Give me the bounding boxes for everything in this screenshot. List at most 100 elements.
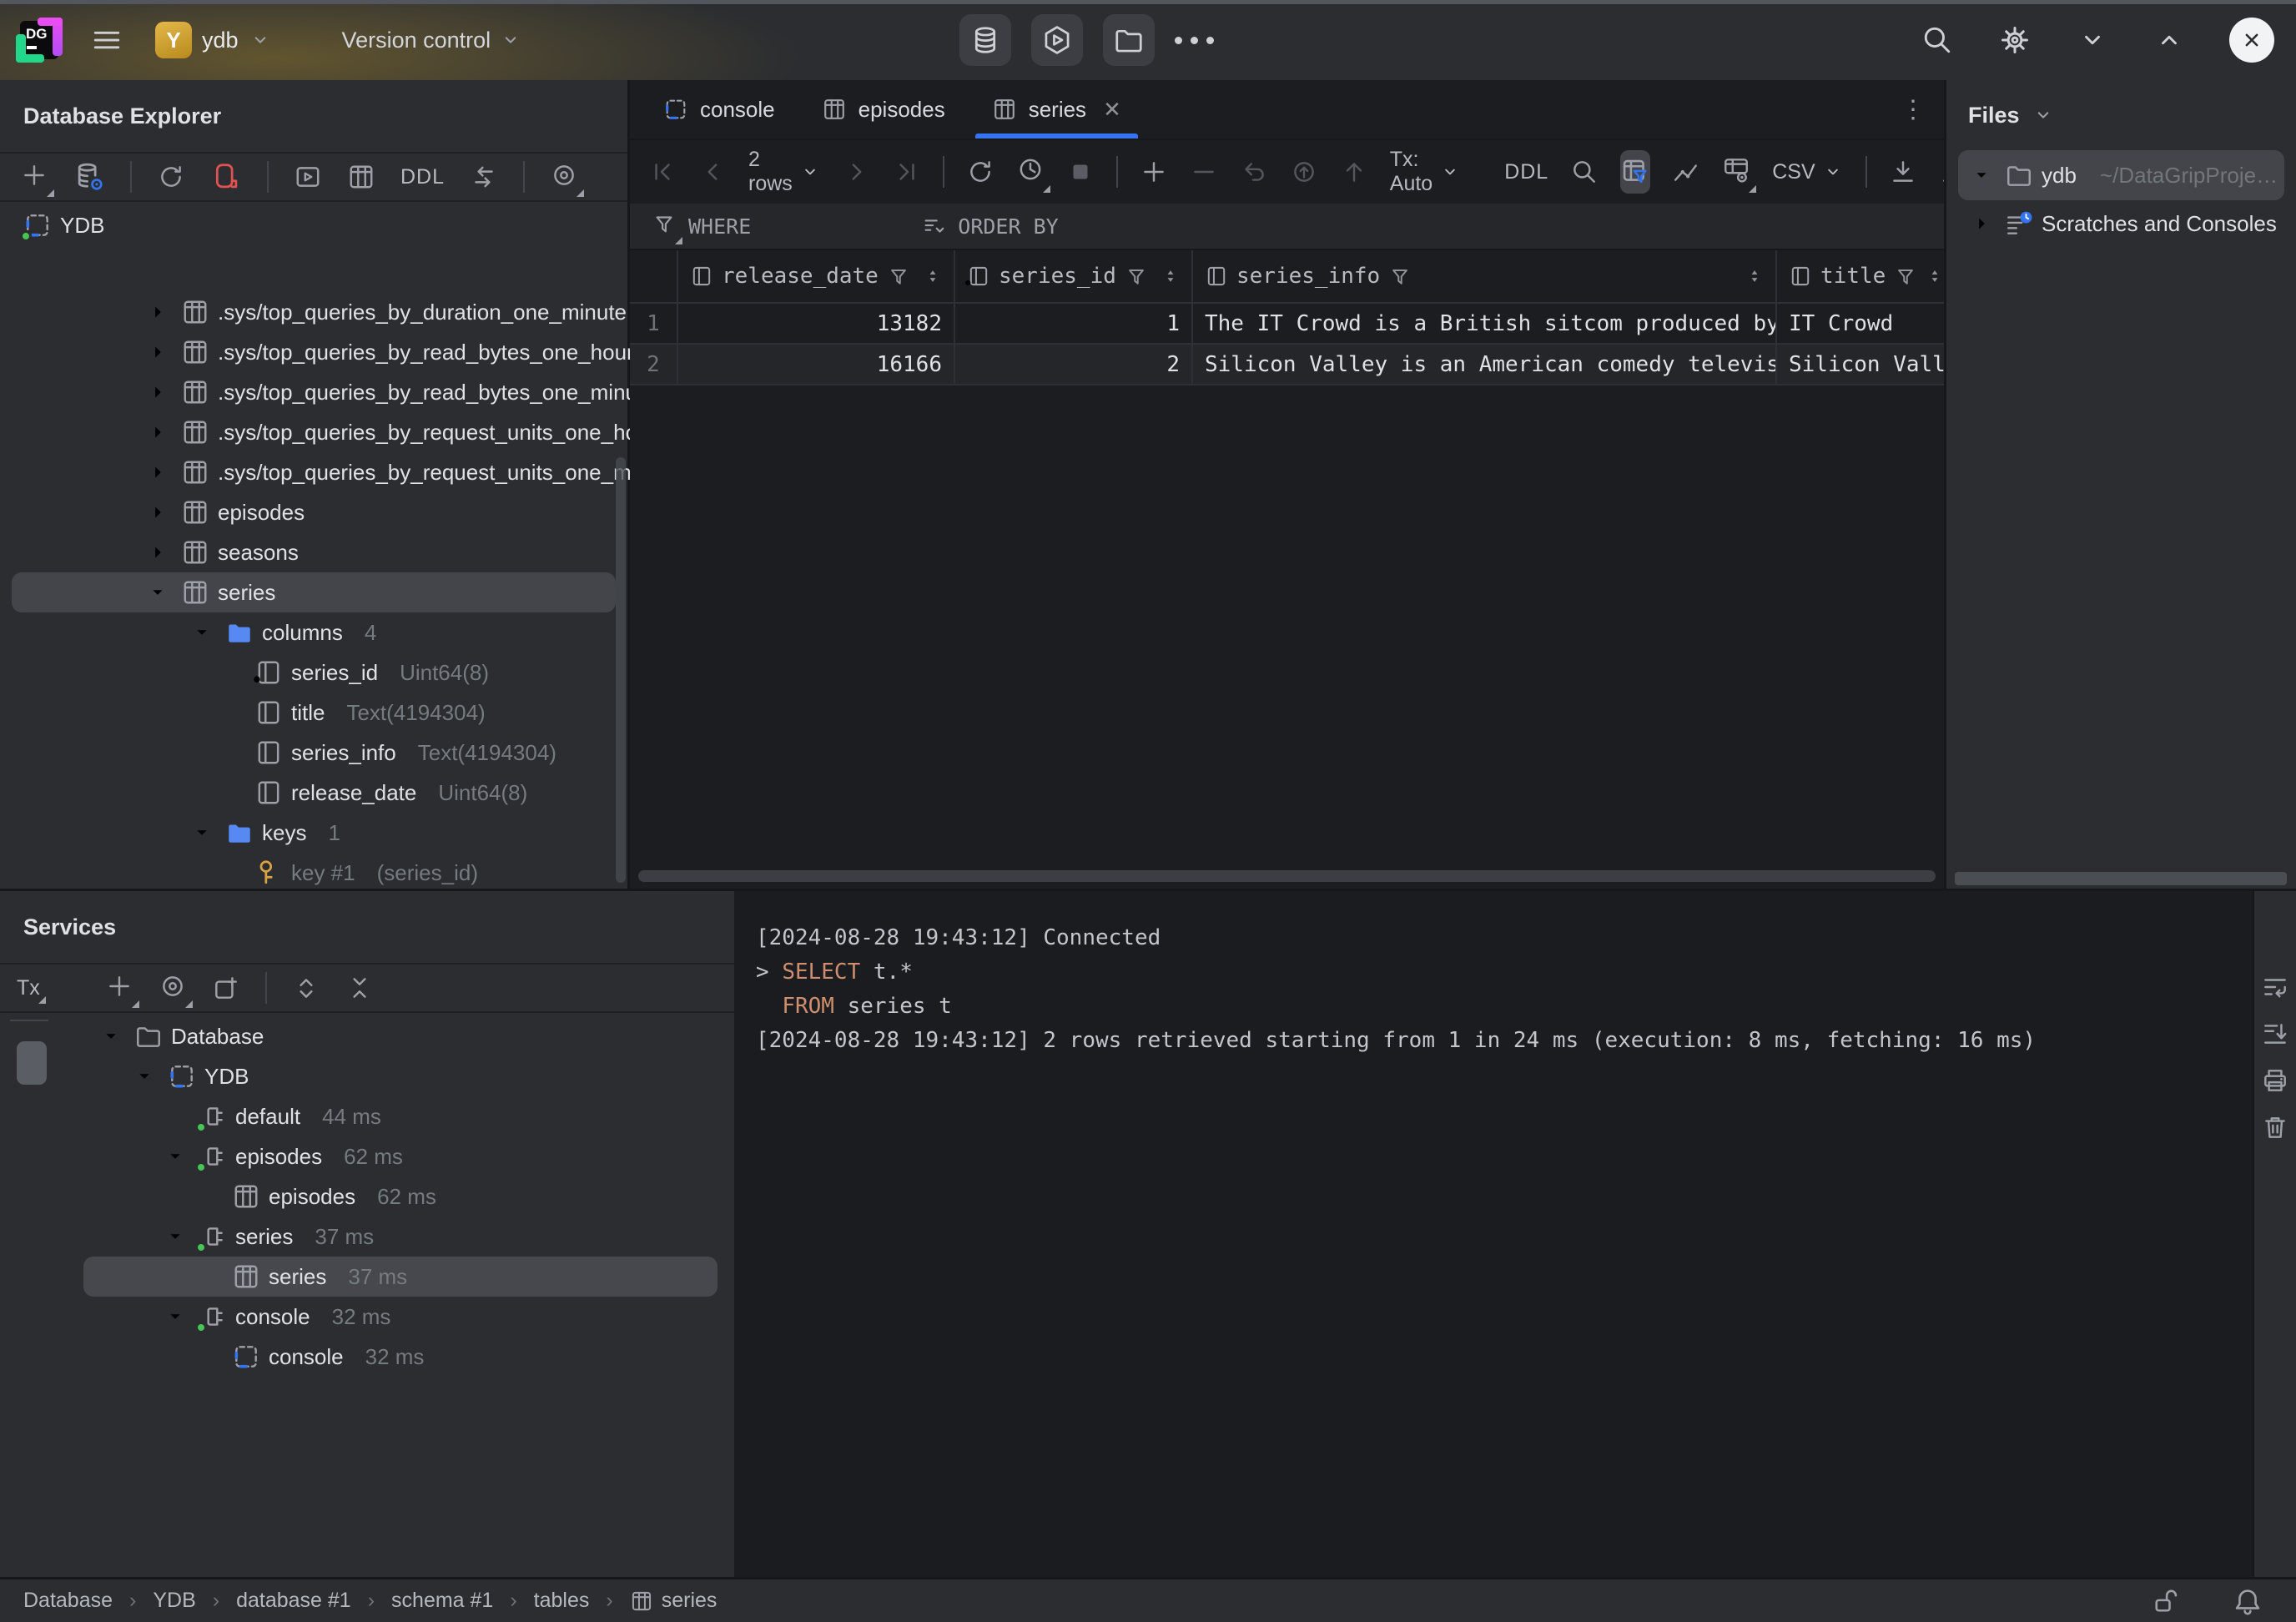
find-icon[interactable]: [1570, 158, 1599, 186]
breadcrumb-item[interactable]: YDB: [153, 1589, 195, 1613]
export-format-dropdown[interactable]: CSV: [1772, 160, 1843, 184]
services-node-series-result-selected[interactable]: series37 ms: [83, 1257, 718, 1297]
cell-title[interactable]: IT Crowd: [1777, 304, 1944, 345]
datasource-settings-icon[interactable]: [73, 161, 105, 193]
chevron-up-icon[interactable]: [2152, 23, 2186, 57]
project-selector[interactable]: Y ydb: [155, 22, 272, 58]
breadcrumb-item[interactable]: schema #1: [391, 1589, 493, 1613]
chart-view-icon[interactable]: [1672, 158, 1700, 186]
submit-icon[interactable]: [1340, 158, 1368, 186]
tree-node-table[interactable]: .sys/top_queries_by_request_units_one_mi…: [12, 452, 616, 492]
chevron-down-icon[interactable]: [189, 620, 214, 645]
stop-icon[interactable]: [1066, 158, 1095, 186]
explorer-scrollbar[interactable]: [616, 457, 626, 883]
breadcrumb-item[interactable]: database #1: [236, 1589, 351, 1613]
column-header-release-date[interactable]: release_date: [678, 250, 955, 304]
chevron-down-icon[interactable]: [163, 1224, 188, 1249]
filter-funnel-icon[interactable]: [887, 264, 910, 288]
files-scratches-node[interactable]: Scratches and Consoles: [1958, 200, 2284, 247]
ddl-button[interactable]: DDL: [1504, 160, 1548, 184]
collapse-all-icon[interactable]: [345, 974, 374, 1002]
tab-episodes[interactable]: episodes: [798, 80, 969, 139]
chevron-right-icon[interactable]: [145, 380, 170, 405]
cell-title[interactable]: Silicon Valley: [1777, 345, 1944, 385]
filter-funnel-icon[interactable]: [1125, 264, 1148, 288]
order-by-input[interactable]: ORDER BY: [958, 214, 1058, 239]
navigate-swap-icon[interactable]: [470, 163, 498, 191]
column-header-series-id[interactable]: series_id: [955, 250, 1193, 304]
tree-node-keys-group[interactable]: keys1: [12, 813, 616, 853]
soft-wrap-icon[interactable]: [2261, 973, 2289, 1001]
console-output[interactable]: [2024-08-28 19:43:12] Connected > SELECT…: [734, 891, 2253, 1058]
tree-node-columns-group[interactable]: columns4: [12, 612, 616, 652]
page-size-dropdown[interactable]: 2 rows: [748, 148, 821, 196]
search-icon[interactable]: [1921, 23, 1954, 57]
cell-series-info[interactable]: The IT Crowd is a British sitcom produce…: [1193, 304, 1777, 345]
cell-series-id[interactable]: 1: [955, 304, 1193, 345]
services-node-database[interactable]: Database: [83, 1016, 718, 1056]
chevron-right-icon[interactable]: [145, 540, 170, 565]
sort-icon[interactable]: [1745, 267, 1764, 285]
ddl-button[interactable]: DDL: [400, 165, 445, 189]
next-page-icon[interactable]: [843, 158, 871, 186]
chevron-down-icon[interactable]: [145, 580, 170, 605]
tree-node-table-series-selected[interactable]: series: [12, 572, 616, 612]
view-options-icon[interactable]: [159, 972, 187, 1005]
cell-series-info[interactable]: Silicon Valley is an American comedy tel…: [1193, 345, 1777, 385]
services-node-episodes-result[interactable]: episodes62 ms: [83, 1176, 718, 1216]
tree-node-ydb-root[interactable]: YDB: [12, 205, 616, 245]
filter-funnel-icon[interactable]: [1894, 264, 1917, 288]
tree-node-column-title[interactable]: titleText(4194304): [12, 693, 616, 733]
sort-icon[interactable]: [924, 267, 942, 285]
jump-to-console-icon[interactable]: [294, 163, 322, 191]
auto-refresh-icon[interactable]: [1016, 155, 1045, 189]
view-options-icon[interactable]: [550, 161, 578, 194]
close-tab-icon[interactable]: ✕: [1103, 97, 1121, 123]
notifications-bell-icon[interactable]: [2233, 1586, 2263, 1616]
settings-gear-icon[interactable]: [1997, 23, 2032, 58]
open-in-new-tab-icon[interactable]: [212, 974, 240, 1002]
more-tool-windows-icon[interactable]: [1175, 37, 1214, 44]
tree-node-table[interactable]: .sys/top_queries_by_read_bytes_one_minut…: [12, 372, 616, 412]
rollback-icon[interactable]: [1290, 158, 1318, 186]
tree-node-table[interactable]: .sys/top_queries_by_read_bytes_one_hour: [12, 332, 616, 372]
cell-release-date[interactable]: 13182: [678, 304, 955, 345]
chevron-down-icon[interactable]: [189, 820, 214, 845]
chevron-down-icon[interactable]: [163, 1144, 188, 1169]
chevron-down-icon[interactable]: [2076, 23, 2109, 57]
breadcrumb-item[interactable]: tables: [534, 1589, 590, 1613]
services-node-console-output[interactable]: console32 ms: [83, 1337, 718, 1377]
chevron-down-icon[interactable]: [1969, 163, 1994, 188]
expand-all-icon[interactable]: [292, 974, 320, 1002]
chevron-right-icon[interactable]: [145, 460, 170, 485]
tx-toggle[interactable]: Tx: [17, 976, 40, 1000]
filter-toggle-active[interactable]: [1620, 150, 1650, 194]
files-project-root-selected[interactable]: ydb ~/DataGripProjects/ydb: [1958, 150, 2284, 200]
services-node-default[interactable]: default44 ms: [83, 1096, 718, 1136]
chevron-down-icon[interactable]: [2032, 103, 2055, 127]
run-services-button[interactable]: [1031, 14, 1083, 66]
first-page-icon[interactable]: [648, 158, 677, 186]
services-node-series-session[interactable]: series37 ms: [83, 1216, 718, 1257]
open-table-icon[interactable]: [347, 163, 375, 191]
hamburger-menu-icon[interactable]: [90, 23, 123, 57]
column-header-series-info[interactable]: series_info: [1193, 250, 1777, 304]
delete-row-icon[interactable]: [1190, 158, 1218, 186]
refresh-icon[interactable]: [157, 163, 185, 191]
window-close-button[interactable]: [2229, 18, 2274, 63]
sort-icon[interactable]: [1926, 267, 1944, 285]
add-row-icon[interactable]: [1140, 158, 1168, 186]
scroll-to-end-icon[interactable]: [2261, 1020, 2289, 1048]
chevron-right-icon[interactable]: [145, 300, 170, 325]
tree-node-column-series-info[interactable]: series_infoText(4194304): [12, 733, 616, 773]
tree-node-column-release-date[interactable]: release_dateUint64(8): [12, 773, 616, 813]
add-datasource-icon[interactable]: [20, 161, 48, 194]
chevron-down-icon[interactable]: [98, 1024, 123, 1049]
add-icon[interactable]: [105, 972, 133, 1005]
tab-console[interactable]: console: [640, 80, 798, 139]
tree-node-table[interactable]: .sys/top_queries_by_request_units_one_ho…: [12, 412, 616, 452]
chevron-right-icon[interactable]: [145, 420, 170, 445]
files-horizontal-scrollbar[interactable]: [1955, 872, 2287, 885]
disconnect-icon[interactable]: [210, 161, 242, 193]
import-icon[interactable]: [1889, 158, 1917, 186]
